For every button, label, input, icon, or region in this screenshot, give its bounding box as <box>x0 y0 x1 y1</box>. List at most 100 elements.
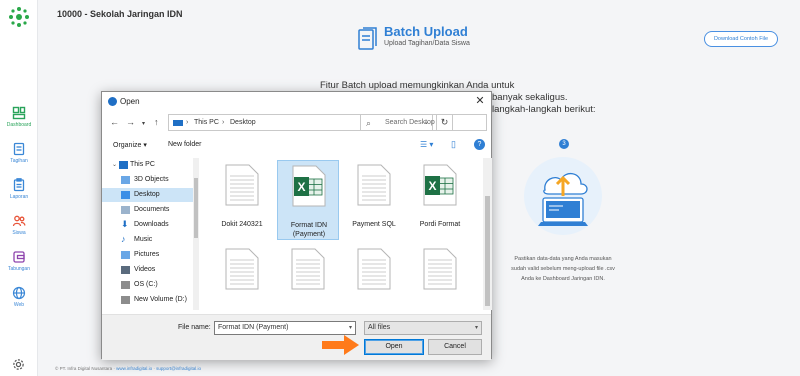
download-sample-button[interactable]: Download Contoh File <box>704 31 778 47</box>
file-item[interactable]: Dokit 240321 <box>211 160 273 240</box>
sidebar-item-siswa[interactable]: Siswa <box>0 214 38 236</box>
batch-upload-icon <box>358 27 377 50</box>
sidebar-item-web[interactable]: Web <box>0 286 38 308</box>
file-item[interactable] <box>343 244 405 310</box>
tree-item-this-pc[interactable]: ⌄ This PC <box>102 158 198 172</box>
tree-item-new-volume-d[interactable]: New Volume (D:) <box>102 293 198 307</box>
edge-browser-icon <box>108 97 117 106</box>
chevron-down-icon[interactable]: ▾ <box>475 324 478 331</box>
search-icon: ⌕ <box>366 118 372 128</box>
music-icon: ♪ <box>121 234 126 244</box>
dialog-toolbar: Organize ▾ New folder ☰ ▾ ▯ ? <box>102 139 491 153</box>
cancel-button[interactable]: Cancel <box>428 339 482 355</box>
back-arrow-icon[interactable]: ← <box>110 117 119 127</box>
search-box[interactable]: ⌕ Search Desktop <box>360 114 487 131</box>
file-name: Payment SQL <box>352 221 396 228</box>
sidebar-item-laporan[interactable]: Laporan <box>0 178 38 200</box>
tree-item-label: New Volume (D:) <box>134 296 187 303</box>
view-options-icon[interactable]: ☰ ▾ <box>420 140 433 149</box>
tree-item-label: Pictures <box>134 251 160 258</box>
file-name: Pordi Format <box>419 221 461 228</box>
tree-item-desktop[interactable]: Desktop <box>102 188 198 202</box>
excel-file-icon: X <box>423 164 457 206</box>
search-placeholder: Search Desktop <box>385 119 435 126</box>
up-arrow-icon[interactable]: ↑ <box>154 117 159 127</box>
help-icon[interactable]: ? <box>474 139 485 150</box>
svg-text:X: X <box>297 180 305 194</box>
sidebar-item-label: Siswa <box>12 230 26 236</box>
tree-scrollbar[interactable] <box>193 158 199 310</box>
organize-button[interactable]: Organize ▾ <box>113 141 147 149</box>
file-item[interactable] <box>409 244 471 310</box>
students-icon <box>12 215 26 227</box>
tree-item-music[interactable]: ♪ Music <box>102 233 198 247</box>
scrollbar-thumb[interactable] <box>485 196 490 306</box>
tree-item-label: This PC <box>130 161 155 168</box>
file-type-select[interactable]: All files ▾ <box>364 321 482 335</box>
navigation-tree: ⌄ This PC 3D Objects Desktop Documents ⬇… <box>102 158 198 310</box>
file-name: Dokit 240321 <box>221 221 263 228</box>
pictures-icon <box>121 251 130 259</box>
tree-item-label: Downloads <box>134 221 169 228</box>
dialog-title: Open <box>120 97 140 106</box>
tree-item-3d-objects[interactable]: 3D Objects <box>102 173 198 187</box>
text-file-icon <box>357 164 391 206</box>
tree-item-label: 3D Objects <box>134 176 169 183</box>
footer-copyright: © PT. Infra Digital Nusantara <box>55 366 113 371</box>
file-name-value: Format IDN (Payment) <box>218 324 289 331</box>
text-file-icon <box>225 248 259 290</box>
svg-text:X: X <box>428 179 436 193</box>
sidebar-item-label: Laporan <box>9 194 29 200</box>
scrollbar-thumb[interactable] <box>194 178 198 238</box>
tree-item-downloads[interactable]: ⬇ Downloads <box>102 218 198 232</box>
file-list-scrollbar[interactable] <box>483 158 492 310</box>
gear-icon[interactable] <box>12 358 25 371</box>
recent-locations-icon[interactable]: ▾ <box>142 120 145 127</box>
dialog-nav-bar: ← → ▾ ↑ › This PC › Desktop ⌄ ↻ ⌕ Search… <box>102 114 491 132</box>
file-name-input[interactable]: Format IDN (Payment) ▾ <box>214 321 356 335</box>
dialog-footer: File name: Format IDN (Payment) ▾ All fi… <box>102 314 491 360</box>
sidebar-item-tagihan[interactable]: Tagihan <box>0 142 38 164</box>
tree-item-videos[interactable]: Videos <box>102 263 198 277</box>
school-name: 10000 - Sekolah Jaringan IDN <box>57 9 183 19</box>
downloads-icon: ⬇ <box>121 219 129 229</box>
videos-icon <box>121 266 130 274</box>
computer-icon <box>173 120 183 126</box>
app-logo[interactable] <box>8 6 30 28</box>
file-item[interactable]: X Pordi Format <box>409 160 471 240</box>
chevron-down-icon[interactable]: ▾ <box>349 324 352 331</box>
preview-pane-icon[interactable]: ▯ <box>451 139 456 150</box>
footer-site-link[interactable]: www.infradigital.io <box>116 366 152 371</box>
sidebar-item-tabungan[interactable]: Tabungan <box>0 250 38 272</box>
tree-item-os-c[interactable]: OS (C:) <box>102 278 198 292</box>
file-item[interactable] <box>211 244 273 310</box>
tree-item-documents[interactable]: Documents <box>102 203 198 217</box>
pointer-arrow-icon <box>322 335 359 355</box>
file-item[interactable] <box>277 244 339 310</box>
tree-item-label: Videos <box>134 266 156 273</box>
file-item-selected[interactable]: X Format IDN (Payment) <box>277 160 339 240</box>
excel-file-icon: X <box>292 165 326 207</box>
cloud-upload-illustration <box>524 157 602 235</box>
forward-arrow-icon[interactable]: → <box>126 117 135 127</box>
new-folder-button[interactable]: New folder <box>168 141 201 148</box>
close-icon[interactable]: ✕ <box>473 94 487 108</box>
footer-email-link[interactable]: support@infradigital.io <box>156 366 201 371</box>
dialog-titlebar: Open ✕ <box>102 92 491 110</box>
sidebar-item-label: Tabungan <box>8 266 30 272</box>
drive-icon <box>121 296 130 304</box>
drive-icon <box>121 281 130 289</box>
file-item[interactable]: Payment SQL <box>343 160 405 240</box>
text-file-icon <box>357 248 391 290</box>
step-text-1: Pastikan data-data yang Anda masukan <box>514 256 612 262</box>
report-icon <box>13 178 25 192</box>
sidebar-item-dashboard[interactable]: Dashboard <box>0 106 38 128</box>
text-file-icon <box>291 248 325 290</box>
tree-item-pictures[interactable]: Pictures <box>102 248 198 262</box>
breadcrumb-desktop[interactable]: Desktop <box>230 119 256 126</box>
breadcrumb-this-pc[interactable]: This PC <box>194 119 219 126</box>
tree-item-label: Music <box>134 236 153 243</box>
savings-icon <box>13 251 25 263</box>
open-button[interactable]: Open <box>364 339 424 355</box>
tree-item-label: Desktop <box>134 191 160 198</box>
